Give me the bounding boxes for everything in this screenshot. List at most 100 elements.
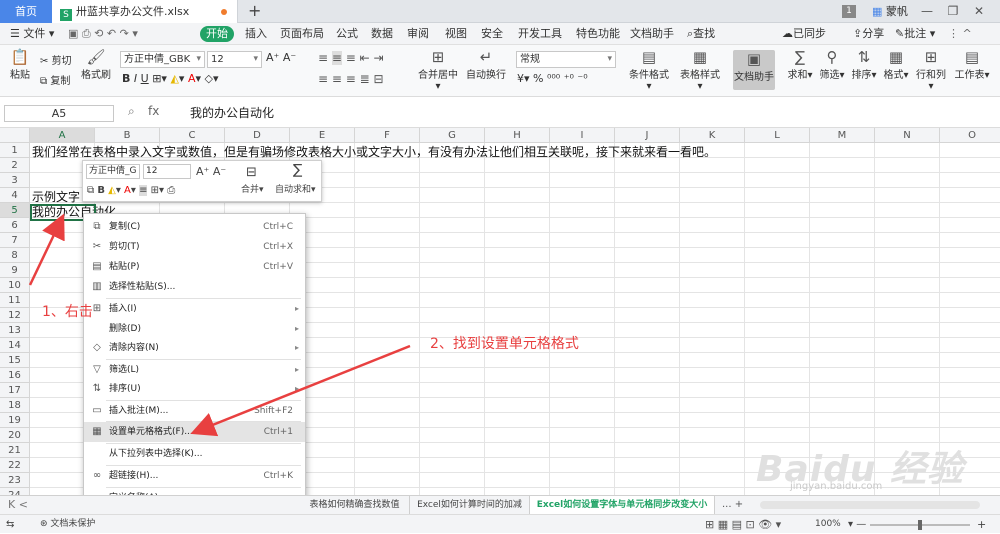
ctx-copy[interactable]: ⧉ 复制(C) Ctrl+C (84, 217, 305, 237)
column-header[interactable]: A (30, 128, 95, 143)
layout-icon[interactable]: ⇆ (6, 515, 14, 534)
number-format-select[interactable]: 常规 (516, 51, 616, 68)
menu-doc-assistant[interactable]: 文档助手 (630, 23, 674, 45)
menu-review[interactable]: 审阅 (407, 23, 429, 45)
ctx-insert[interactable]: ⊞ 插入(I) ▸ (84, 299, 305, 319)
mini-sigma-icon[interactable]: ∑ (293, 163, 302, 178)
row-header[interactable]: 9 (0, 263, 30, 278)
column-header[interactable]: L (745, 128, 810, 143)
row-header[interactable]: 22 (0, 458, 30, 473)
page-badge[interactable]: 1 (842, 5, 856, 18)
unsaved-dot-icon[interactable] (221, 9, 227, 15)
zoom-formula-icon[interactable]: ⌕ (128, 104, 135, 119)
mini-merge-button[interactable]: 合并▾ (241, 183, 264, 198)
sheet-nav-icons[interactable]: K < (8, 496, 28, 514)
row-header[interactable]: 17 (0, 383, 30, 398)
ctx-hyperlink[interactable]: ∞ 超链接(H)... Ctrl+K (84, 466, 305, 486)
select-all-corner[interactable] (0, 128, 30, 143)
sheet-tab-1[interactable]: 表格如何精确查找数值 (300, 496, 410, 514)
menu-file[interactable]: ☰ 文件 ▾ (10, 23, 54, 45)
font-name-select[interactable]: 方正中倩_GBK (120, 51, 205, 68)
view-mode-icons[interactable]: ⊞ ▦ ▤ ⊡ 👁 ▾ (705, 515, 781, 534)
column-header[interactable]: H (485, 128, 550, 143)
row-header[interactable]: 4 (0, 188, 30, 203)
tab-start[interactable]: 开始 (200, 26, 234, 42)
column-header[interactable]: O (940, 128, 1000, 143)
mini-font-name[interactable]: 方正中倩_G (86, 164, 140, 179)
fx-icon[interactable]: fx (148, 104, 159, 118)
doc-protect-status[interactable]: ⊛ 文档未保护 (40, 515, 95, 534)
row-header[interactable]: 5 (0, 203, 30, 218)
mini-format-icons[interactable]: ⧉ B ◭▾ A▾ ≡ ⊞▾ ⎙ (87, 183, 175, 198)
sheet-more-button[interactable]: ... + (722, 496, 743, 514)
row-header[interactable]: 6 (0, 218, 30, 233)
font-grow-icon[interactable]: A⁺ A⁻ (266, 51, 296, 64)
ctx-sort[interactable]: ⇅ 排序(U) ▸ (84, 379, 305, 399)
column-header[interactable]: N (875, 128, 940, 143)
column-header[interactable]: G (420, 128, 485, 143)
user-account[interactable]: ▦ 蒙帆 (872, 0, 908, 23)
zoom-in-icon[interactable]: + (977, 515, 986, 534)
mini-grow-icon[interactable]: A⁺ A⁻ (196, 164, 226, 179)
ctx-clear[interactable]: ◇ 清除内容(N) ▸ (84, 338, 305, 358)
paste-button[interactable]: 📋 粘贴 (6, 49, 34, 82)
zoom-out-icon[interactable]: ▾ — (848, 515, 866, 534)
font-size-select[interactable]: 12 (207, 51, 262, 68)
row-header[interactable]: 10 (0, 278, 30, 293)
sum-button[interactable]: ∑ 求和▾ (786, 49, 814, 82)
tab-home[interactable]: 首页 (0, 0, 52, 23)
sheet-tab-2[interactable]: Excel如何计算时间的加减 (410, 496, 530, 514)
ctx-filter[interactable]: ▽ 筛选(L) ▸ (84, 360, 305, 380)
column-header[interactable]: B (95, 128, 160, 143)
mini-autosum-button[interactable]: 自动求和▾ (275, 183, 316, 198)
menu-developer[interactable]: 开发工具 (518, 23, 562, 45)
row-header[interactable]: 16 (0, 368, 30, 383)
column-header[interactable]: K (680, 128, 745, 143)
ctx-pick-from-list[interactable]: 从下拉列表中选择(K)... (84, 444, 305, 464)
menu-insert[interactable]: 插入 (245, 23, 267, 45)
row-header[interactable]: 2 (0, 158, 30, 173)
column-header[interactable]: E (290, 128, 355, 143)
number-buttons[interactable]: ¥▾ % ⁰⁰⁰ ⁺⁰ ⁻⁰ (517, 72, 588, 85)
formula-input[interactable]: 我的办公自动化 (190, 105, 990, 122)
more-menu-icon[interactable]: ⋮ ^ (948, 23, 972, 45)
search-box[interactable]: ⌕查找 (687, 23, 715, 45)
ctx-paste[interactable]: ▤ 粘贴(P) Ctrl+V (84, 257, 305, 277)
sync-status[interactable]: ☁已同步 (782, 23, 826, 45)
copy-button[interactable]: ⧉ 复制 (40, 72, 70, 87)
new-tab-button[interactable]: + (248, 0, 261, 22)
menu-data[interactable]: 数据 (371, 23, 393, 45)
zoom-level[interactable]: 100% (815, 515, 841, 534)
worksheet-button[interactable]: ▤ 工作表▾ (954, 49, 990, 82)
column-header[interactable]: M (810, 128, 875, 143)
ctx-insert-comment[interactable]: ▭ 插入批注(M)... Shift+F2 (84, 401, 305, 421)
menu-features[interactable]: 特色功能 (576, 23, 620, 45)
cut-button[interactable]: ✂ 剪切 (40, 52, 72, 67)
merge-center-button[interactable]: ⊞ 合并居中▾ (416, 49, 460, 93)
ctx-paste-special[interactable]: ▥ 选择性粘贴(S)... (84, 277, 305, 297)
font-style-buttons[interactable]: B I U ⊞▾ ◭▾ A▾ ◇▾ (122, 72, 218, 85)
row-header[interactable]: 14 (0, 338, 30, 353)
cell-a4[interactable]: 示例文字 (32, 190, 80, 205)
close-icon[interactable]: ✕ (966, 0, 992, 23)
auto-wrap-button[interactable]: ↵ 自动换行 (466, 49, 506, 82)
mini-font-size[interactable]: 12 (143, 164, 191, 179)
horizontal-scrollbar[interactable] (760, 501, 980, 509)
ctx-cut[interactable]: ✂ 剪切(T) Ctrl+X (84, 237, 305, 257)
ctx-delete[interactable]: 删除(D) ▸ (84, 319, 305, 339)
row-header[interactable]: 11 (0, 293, 30, 308)
sheet-tab-3[interactable]: Excel如何设置字体与单元格同步改变大小 (530, 496, 715, 514)
quick-access-icons[interactable]: ▣ ⎙ ⟲ ↶ ↷ ▾ (68, 23, 138, 45)
tab-document[interactable]: S 卅蓝共享办公文件.xlsx (52, 0, 238, 23)
minimize-icon[interactable]: — (914, 0, 940, 23)
row-header[interactable]: 3 (0, 173, 30, 188)
row-header[interactable]: 18 (0, 398, 30, 413)
menu-formula[interactable]: 公式 (336, 23, 358, 45)
row-header[interactable]: 1 (0, 143, 30, 158)
format-button[interactable]: ▦ 格式▾ (882, 49, 910, 82)
row-header[interactable]: 8 (0, 248, 30, 263)
ctx-format-cells[interactable]: ▦ 设置单元格格式(F)... Ctrl+1 (84, 422, 305, 442)
row-header[interactable]: 19 (0, 413, 30, 428)
menu-view[interactable]: 视图 (445, 23, 467, 45)
column-header[interactable]: D (225, 128, 290, 143)
